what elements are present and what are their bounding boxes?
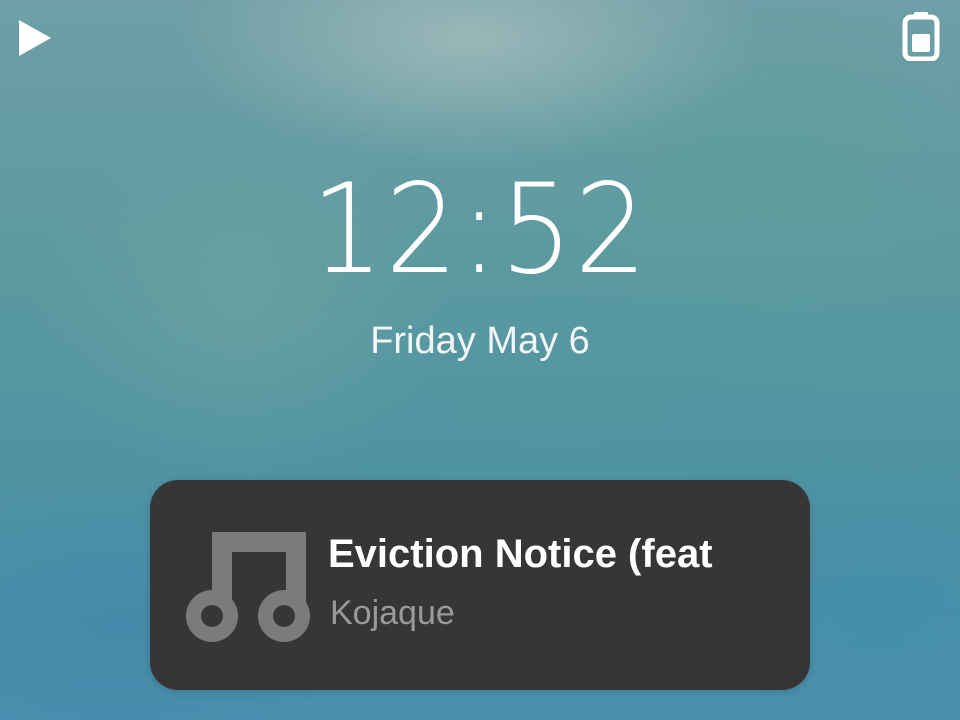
battery-icon — [902, 12, 940, 61]
track-title: Eviction Notice (feat — [328, 532, 713, 576]
lockscreen-clock: 12:52 — [311, 158, 649, 302]
play-icon[interactable] — [17, 18, 53, 58]
media-notification-card[interactable]: Eviction Notice (feat Kojaque — [150, 480, 810, 690]
lockscreen-date: Friday May 6 — [370, 320, 590, 362]
music-note-icon — [186, 532, 310, 642]
status-bar — [0, 0, 960, 70]
track-artist: Kojaque — [330, 594, 455, 632]
